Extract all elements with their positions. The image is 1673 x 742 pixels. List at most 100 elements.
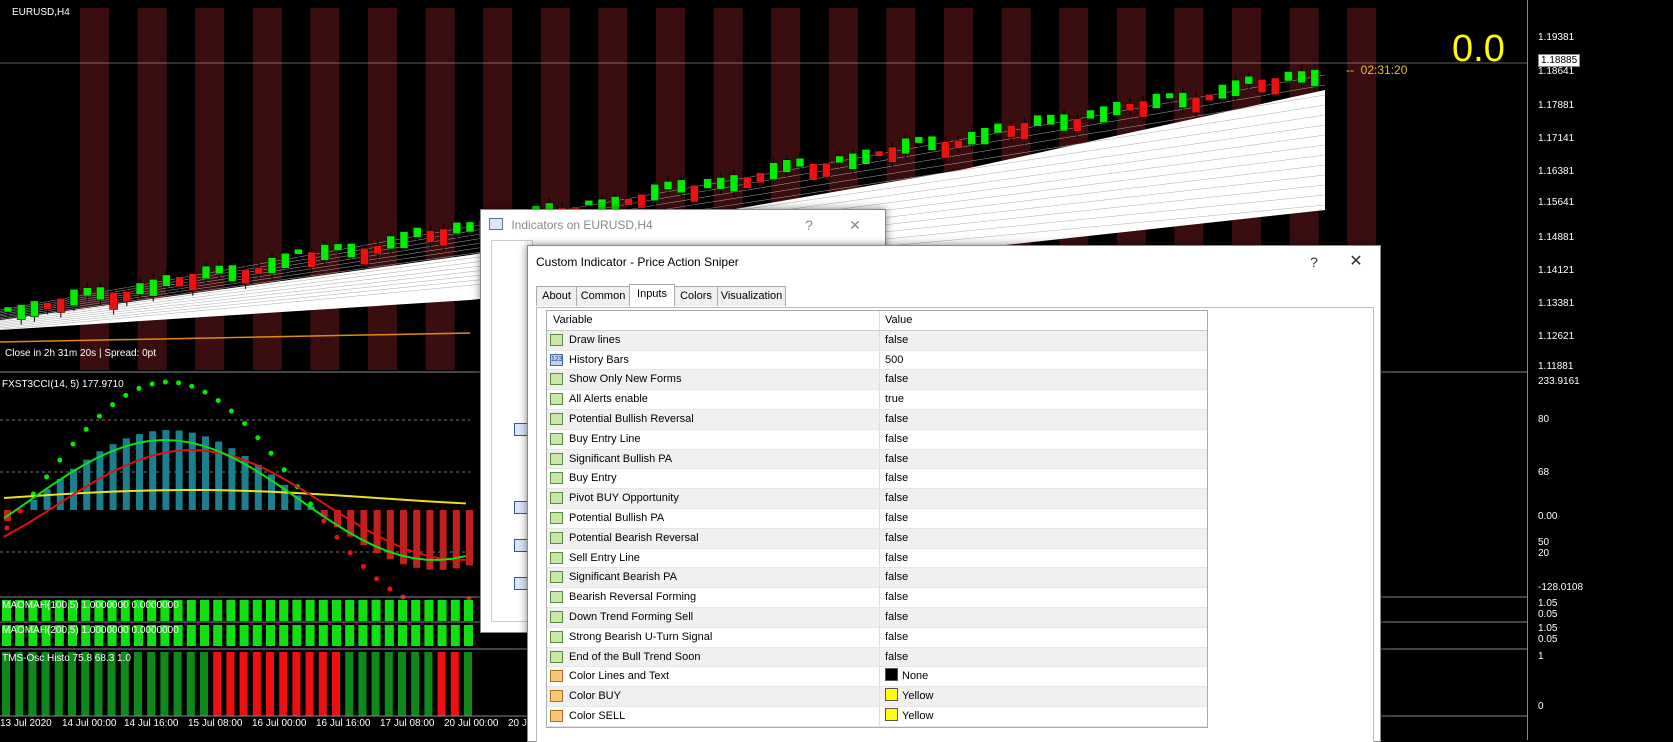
table-row[interactable]: Show Only New Forms false (547, 370, 1207, 391)
table-row[interactable]: Down Trend Forming Sell false (547, 607, 1207, 628)
session-band (252, 8, 282, 370)
variable-value[interactable]: false (879, 449, 908, 469)
bull-candle (412, 227, 422, 238)
close-info: Close in 2h 31m 20s | Spread: 0pt (5, 348, 157, 359)
dialog-titlebar[interactable]: Custom Indicator - Price Action Sniper ?… (528, 246, 1380, 278)
mao2-bar (252, 625, 262, 646)
osc-dot (44, 474, 50, 480)
tms-bar (239, 652, 248, 716)
variable-value[interactable]: true (879, 390, 904, 409)
table-row[interactable]: Potential Bullish PA false (547, 508, 1207, 529)
variable-value[interactable]: false (879, 508, 908, 528)
tab-inputs[interactable]: Inputs (629, 284, 675, 306)
osc-dot (347, 550, 353, 556)
bull-candle (663, 181, 673, 190)
table-row[interactable]: Potential Bearish Reversal false (547, 528, 1207, 549)
bull-candle (1284, 71, 1293, 82)
osc-histogram-bar (466, 510, 473, 566)
variable-value[interactable]: false (879, 409, 908, 429)
table-row[interactable]: Color Lines and Text None (547, 667, 1207, 688)
bull-candle (452, 222, 462, 234)
osc-histogram-bar (122, 438, 130, 510)
variable-name: Draw lines (569, 333, 621, 346)
bear-candle (808, 163, 818, 181)
mao2-bar (200, 625, 209, 646)
table-row[interactable]: Significant Bullish PA false (547, 449, 1207, 470)
variable-value[interactable]: false (879, 370, 908, 390)
variable-value[interactable]: false (879, 429, 908, 449)
tms-bar (279, 652, 288, 716)
tab-visualization[interactable]: Visualization (717, 286, 786, 306)
variable-value[interactable]: false (879, 588, 908, 607)
variable-value[interactable]: false (879, 469, 908, 489)
tms-bar (160, 652, 169, 716)
price-scale[interactable]: 1.19381 1.18885 1.18641 1.17881 1.17141 1.163… (1527, 0, 1673, 740)
tab-panel: Variable Value Draw lines false 123 History… (536, 307, 1374, 742)
custom-indicator-dialog[interactable]: Custom Indicator - Price Action Sniper ?… (527, 245, 1381, 742)
variable-value[interactable]: false (879, 489, 908, 508)
table-row[interactable]: Pivot BUY Opportunity false (547, 489, 1207, 509)
column-variable[interactable]: Variable (553, 311, 593, 330)
variable-value[interactable]: 500 (879, 350, 903, 370)
variable-value[interactable]: None (879, 667, 928, 687)
table-row[interactable]: End of the Bull Trend Soon false (547, 647, 1207, 668)
variable-name: Show Only New Forms (569, 373, 682, 386)
time-tick-label: 16 Jul 00:00 (252, 718, 307, 729)
table-row[interactable]: All Alerts enable true (547, 390, 1207, 410)
variable-name: Sell Entry Line (569, 551, 640, 564)
variable-value[interactable]: false (879, 548, 908, 568)
table-row[interactable]: Bearish Reversal Forming false (547, 588, 1207, 608)
mao2-bar (345, 625, 355, 646)
dialog-close-button[interactable]: ✕ (1338, 246, 1374, 276)
table-row[interactable]: 123 History Bars 500 (547, 350, 1207, 371)
tms-bar (134, 652, 142, 716)
variable-value[interactable]: false (879, 568, 908, 588)
variable-value[interactable]: false (879, 627, 908, 647)
table-row[interactable]: Color SELL Yellow (547, 706, 1207, 727)
help-button[interactable]: ? (791, 210, 827, 240)
variable-value[interactable]: false (879, 647, 908, 667)
ma-line (0, 332, 471, 343)
mao2-bar (411, 625, 421, 646)
bull-candle (267, 257, 277, 274)
close-button[interactable]: ✕ (837, 210, 873, 240)
bull-candle (1178, 92, 1188, 109)
tab-about[interactable]: About (536, 286, 577, 306)
dialog-help-button[interactable]: ? (1296, 246, 1332, 276)
indicators-window-titlebar[interactable]: Indicators on EURUSD,H4 ? ✕ (481, 210, 885, 240)
variable-value[interactable]: false (879, 528, 908, 548)
mao2-bar (332, 625, 341, 646)
variable-value[interactable]: Yellow (879, 687, 933, 706)
tab-colors[interactable]: Colors (674, 286, 718, 306)
table-row[interactable]: Strong Bearish U-Turn Signal false (547, 627, 1207, 648)
variable-name: Color SELL (569, 709, 626, 722)
bear-candle (1191, 96, 1201, 114)
bear-candle (373, 245, 382, 255)
variable-value[interactable]: Yellow (879, 706, 933, 726)
table-row[interactable]: Potential Bullish Reversal false (547, 409, 1207, 430)
price-tick-label: 1.17881 (1538, 100, 1575, 111)
table-row[interactable]: Significant Bearish PA false (547, 568, 1207, 589)
table-row[interactable]: Color BUY Yellow (547, 687, 1207, 707)
window-icon (489, 218, 503, 230)
tab-common[interactable]: Common (576, 286, 630, 306)
bull-candle (1152, 93, 1161, 109)
mao1-tick-label: 1.05 (1538, 598, 1558, 609)
variable-name: Buy Entry Line (569, 432, 641, 445)
table-row[interactable]: Buy Entry false (547, 469, 1207, 490)
osc-dot (242, 421, 248, 427)
table-row[interactable]: Buy Entry Line false (547, 429, 1207, 450)
bull-candle (320, 244, 330, 261)
variable-value[interactable]: false (879, 607, 908, 627)
mao1-bar (450, 600, 460, 621)
osc-dot (189, 383, 195, 389)
variable-value[interactable]: false (879, 330, 908, 350)
table-row[interactable]: Draw lines false (547, 330, 1207, 351)
inputs-grid[interactable]: Variable Value Draw lines false 123 History… (546, 310, 1208, 728)
osc-histogram-bar (162, 430, 170, 510)
table-row[interactable]: Sell Entry Line false (547, 548, 1207, 569)
variable-name: End of the Bull Trend Soon (569, 650, 701, 663)
bear-candle (1270, 77, 1280, 96)
bull-candle (1086, 109, 1095, 120)
column-value[interactable]: Value (879, 311, 912, 330)
